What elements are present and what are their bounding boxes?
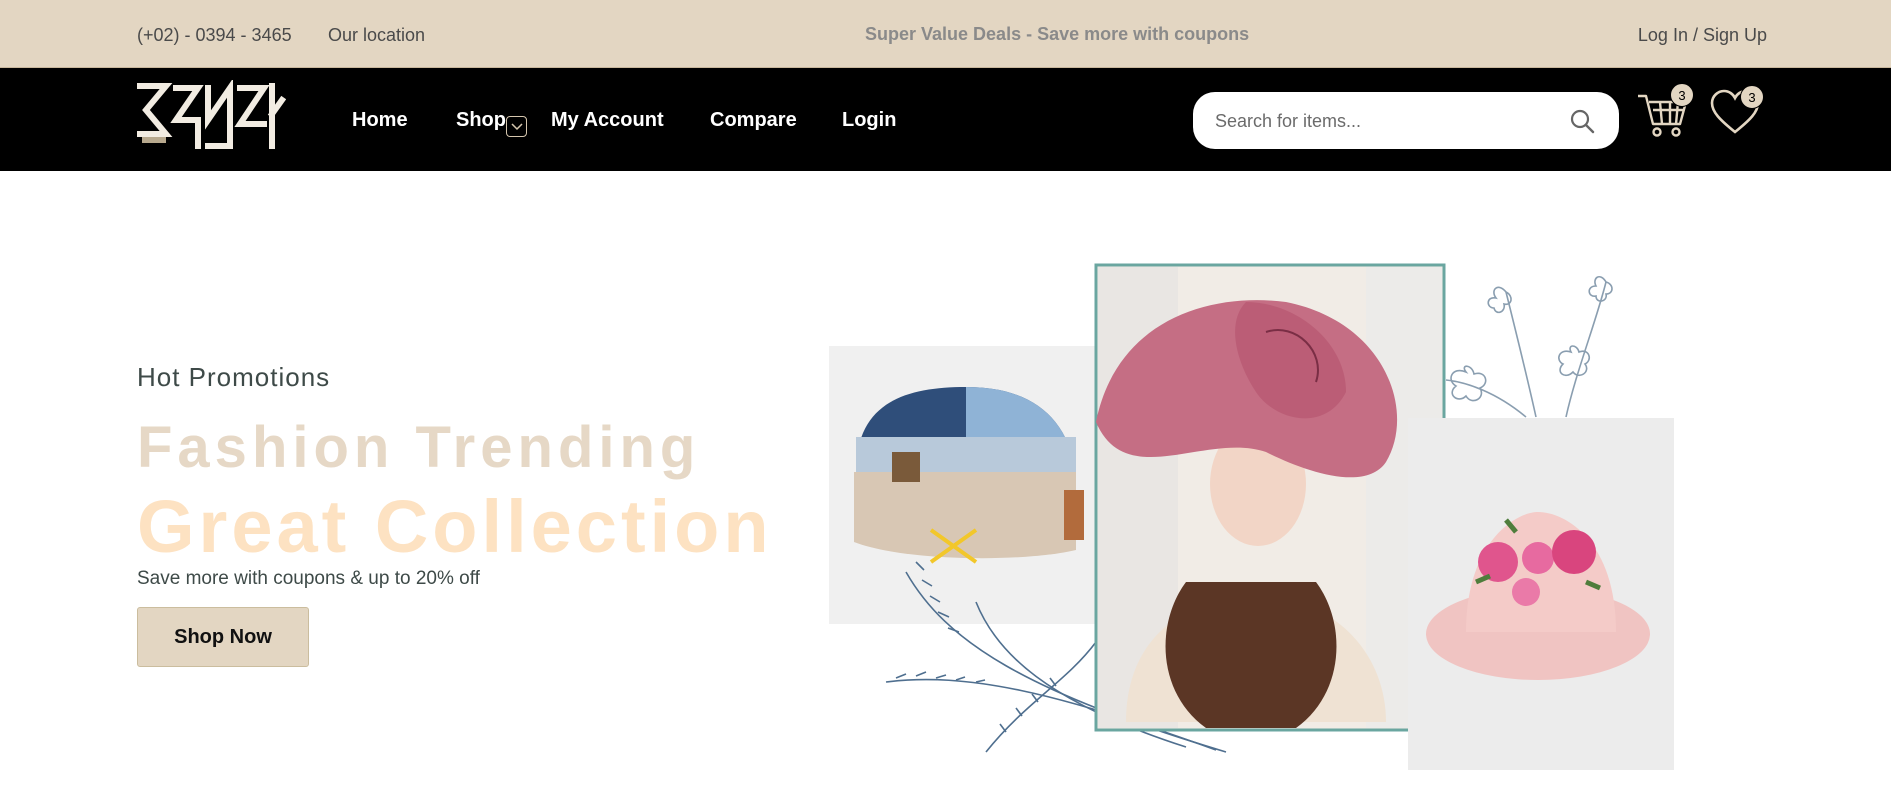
wishlist-button[interactable]: 3 [1708,85,1764,140]
login-signup-link[interactable]: Log In / Sign Up [1638,25,1767,46]
cart-count-badge: 3 [1670,83,1694,107]
flower-sketch [1445,275,1613,418]
phone-number[interactable]: (+02) - 0394 - 3465 [137,25,292,46]
chevron-down-icon[interactable] [506,116,527,137]
brand-logo[interactable] [136,80,286,152]
wishlist-count-badge: 3 [1740,85,1764,109]
hero-title-line1: Fashion Trending [137,415,701,480]
hero-title-line2: Great Collection [137,485,773,568]
hero-collage [829,263,1674,770]
main-navbar: Home Shop My Account Compare Login 3 [0,68,1891,171]
nav-my-account[interactable]: My Account [551,109,664,132]
search-input[interactable] [1215,108,1555,134]
nav-compare[interactable]: Compare [710,109,797,132]
pink-hat-woman-image[interactable] [1094,263,1446,732]
cart-button[interactable]: 3 [1636,83,1694,140]
nav-home[interactable]: Home [352,109,408,132]
location-link[interactable]: Our location [328,25,425,46]
hero-subtitle: Hot Promotions [137,362,331,392]
nav-shop[interactable]: Shop [456,109,506,132]
nav-login[interactable]: Login [842,109,896,132]
denim-cap-image[interactable] [829,346,1097,624]
shop-now-button[interactable]: Shop Now [137,607,309,667]
promo-banner-text: Super Value Deals - Save more with coupo… [865,24,1250,44]
hero-description: Save more with coupons & up to 20% off [137,568,480,589]
search-box [1193,92,1619,149]
floral-pink-hat-image[interactable] [1408,418,1674,770]
search-icon[interactable] [1569,108,1595,134]
top-bar: (+02) - 0394 - 3465 Our location Super V… [0,0,1891,68]
